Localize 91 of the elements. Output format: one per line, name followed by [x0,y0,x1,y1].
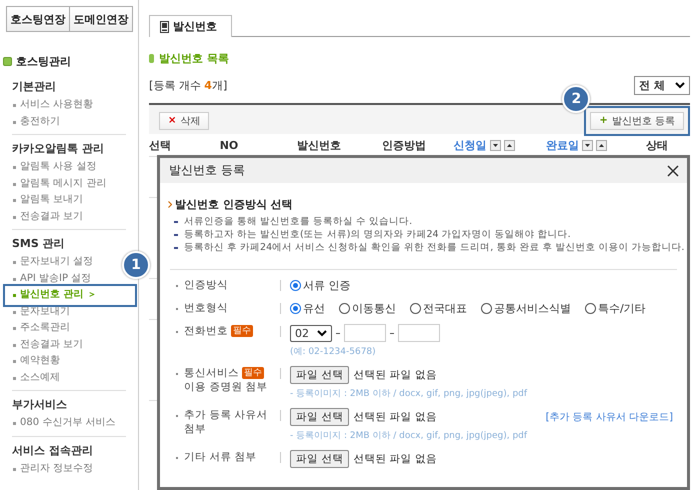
file-status: 선택된 파일 없음 [353,452,438,466]
radio-button[interactable] [585,303,596,314]
radio-button[interactable] [290,280,301,291]
pill-icon [149,54,154,63]
field-label: 추가 등록 사유서 [184,408,268,422]
field-label: 번호형식 [184,301,228,315]
chevron-down-icon [675,82,685,89]
radio-button[interactable] [410,303,421,314]
radio-button[interactable] [290,303,301,314]
field-label: 인증방식 [184,278,228,292]
column-header[interactable]: NO [220,138,238,152]
column-header[interactable]: 완료일 [546,138,579,152]
sidebar-item[interactable]: 소스예제 [12,370,60,386]
sidebar-heading: 기본관리 [12,79,57,95]
sort-descending-button[interactable] [582,140,593,150]
option-label[interactable]: 공통서비스식별 [494,301,571,316]
file-hint: - 등록이미지 : 2MB 이하 / docx, gif, png, jpg(jpeg), pdf [290,388,528,400]
sidebar-item[interactable]: 서비스 사용현황 [12,97,94,114]
dialog-heading: 발신번호 인증방식 선택 [175,197,293,212]
field-label: 이용 증명원 첨부 [184,380,268,394]
sidebar-heading: 서비스 접속관리 [12,442,94,458]
column-header[interactable]: 신청일 [454,138,486,152]
option-label[interactable]: 전국대표 [423,301,467,316]
extend-button[interactable]: 호스팅연장 [6,6,70,32]
sidebar-item[interactable]: 관리자 정보수정 [12,460,94,477]
dash-icon [174,220,178,222]
chevron-down-icon [317,330,327,336]
sort-ascending-button[interactable] [596,140,607,150]
option-label[interactable]: 서류 인증 [303,278,350,293]
sidebar-item[interactable]: 예약현황 [12,353,60,370]
sidebar-heading: SMS 관리 [12,236,66,252]
filter-dropdown[interactable]: 전 체 [634,76,690,95]
phone-input-field[interactable] [398,324,440,342]
dash-icon [174,246,178,248]
choose-file-button[interactable]: 파일 선택 [290,450,350,468]
radio-button[interactable] [481,303,492,314]
section-title: 발신번호 목록 [159,51,229,66]
phone-input-field[interactable] [344,324,386,342]
column-header[interactable]: 상태 [646,138,668,152]
sidebar-item[interactable]: 주소록관리 [12,320,70,336]
sidebar-item[interactable]: 080 수신거부 서비스 [12,415,116,432]
column-header[interactable]: 선택 [149,138,171,152]
chevron-icon [168,201,172,208]
area-code-dropdown[interactable]: 02 [290,324,332,342]
sidebar-item[interactable]: 알림톡 사용 설정 [12,159,96,176]
field-label: 통신서비스 [184,366,239,380]
sort-descending-button[interactable] [490,140,500,150]
delete-button[interactable]: × 삭제 [159,112,210,130]
note-text: 등록하고자 하는 발신번호(또는 서류)의 명의자와 카페24 가입자명이 동일해야 합니다. [184,228,571,241]
sidebar-item[interactable]: API 발송IP 설정 [12,270,92,287]
sidebar-item[interactable]: 문자보내기 [12,304,70,320]
sidebar-item[interactable]: 전송결과 보기 [12,336,84,353]
file-status: 선택된 파일 없음 [353,368,438,382]
sidebar-item[interactable]: 알림톡 보내기 [12,192,84,208]
sidebar-item[interactable]: 전송결과 보기 [12,208,84,225]
sidebar-heading: 부가서비스 [12,397,68,413]
example-hint: (예: 02-1234-5678) [290,346,377,358]
choose-file-button[interactable]: 파일 선택 [290,408,350,426]
column-header[interactable]: 인증방법 [382,138,426,152]
option-label[interactable]: 이동통신 [352,301,396,316]
tab[interactable]: 발신번호 [149,15,232,37]
radio-button[interactable] [339,303,350,314]
sidebar-title: 호스팅관리 [16,54,71,69]
download-link[interactable]: [추가 등록 사유서 다운로드] [546,410,673,424]
dash-icon [174,234,178,236]
phone-icon [160,20,169,32]
callout-marker: 1 [122,251,150,279]
sidebar-item[interactable]: 알림톡 메시지 관리 [12,176,106,192]
callout-marker: 2 [562,84,590,112]
close-icon[interactable] [667,164,679,176]
sidebar-item[interactable]: 충전하기 [12,114,60,130]
file-status: 선택된 파일 없음 [353,410,438,424]
square-icon [3,57,12,66]
note-text: 등록하신 후 카페24에서 서비스 신청하실 확인을 위한 전화를 드리며, 통화 완료 후 발신번호 이용이 가능합니다. [184,241,684,254]
register-count: [등록 개수 4개] [149,78,228,93]
sidebar-heading: 카카오알림톡 관리 [12,141,105,157]
choose-file-button[interactable]: 파일 선택 [290,366,350,384]
option-label[interactable]: 특수/기타 [598,301,646,316]
field-label: 첨부 [184,422,206,436]
sidebar-item[interactable]: 문자보내기 설정 [12,254,94,270]
file-hint: - 등록이미지 : 2MB 이하 / docx, gif, png, jpg(jpeg), pdf [290,430,528,442]
note-text: 서류인증을 통해 발신번호를 등록하실 수 있습니다. [184,215,412,228]
required-badge: 필수 [242,367,264,379]
extend-button[interactable]: 도메인연장 [69,6,133,32]
option-label[interactable]: 유선 [303,301,325,316]
column-header[interactable]: 발신번호 [297,138,341,152]
required-badge: 필수 [231,325,253,337]
sort-ascending-button[interactable] [504,140,514,150]
field-label: 기타 서류 첨부 [184,450,257,464]
field-label: 전화번호 [184,324,228,338]
dialog-title: 발신번호 등록 [169,162,245,179]
